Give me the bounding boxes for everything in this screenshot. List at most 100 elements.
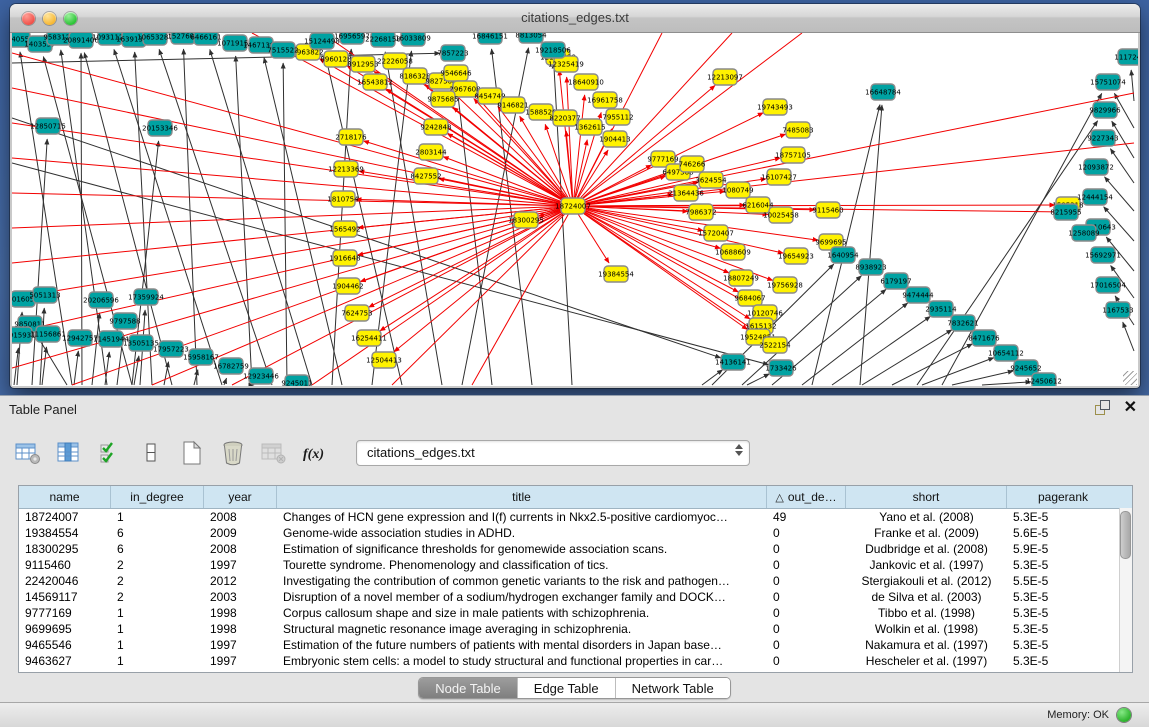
graph-node[interactable]: 19756928	[767, 277, 803, 293]
network-window[interactable]: citations_edges.txt 7963822 8960128 8912…	[10, 4, 1140, 388]
graph-node[interactable]: 1565492	[329, 221, 360, 237]
graph-node[interactable]: 12923446	[243, 368, 279, 384]
table-selector-dropdown[interactable]: citations_edges.txt	[356, 440, 750, 466]
table-row[interactable]: 1456911722003Disruption of a novel membe…	[19, 589, 1132, 605]
graph-node[interactable]: 18757105	[775, 147, 811, 163]
merge-tables-icon[interactable]	[137, 440, 165, 466]
graph-node[interactable]: 9146821	[497, 97, 528, 113]
graph-node[interactable]: 9797588	[109, 313, 140, 329]
graph-node[interactable]: 746266	[679, 156, 706, 172]
close-panel-icon[interactable]: ✕	[1124, 400, 1137, 415]
graph-node[interactable]: 22226058	[377, 53, 413, 69]
graph-node[interactable]: 9684067	[734, 290, 765, 306]
graph-node[interactable]: 8912953	[347, 56, 378, 72]
graph-node[interactable]: 1733426	[765, 360, 797, 376]
table-scrollbar[interactable]	[1119, 508, 1132, 672]
graph-node[interactable]: 3624554	[695, 172, 727, 188]
graph-node[interactable]: 20206596	[83, 292, 119, 308]
graph-node[interactable]: 10654112	[988, 345, 1024, 361]
graph-node[interactable]: 7955112	[602, 109, 633, 125]
show-columns-icon[interactable]	[55, 440, 83, 466]
graph-node[interactable]: 19654923	[778, 248, 814, 264]
table-options-icon[interactable]	[14, 440, 42, 466]
graph-node[interactable]: 1167533	[1102, 302, 1133, 318]
graph-node[interactable]: 16961758	[587, 92, 623, 108]
graph-node[interactable]: 9242848	[420, 119, 451, 135]
graph-node[interactable]: 2522154	[759, 337, 791, 353]
graph-node[interactable]: 2935114	[925, 301, 957, 317]
graph-node[interactable]: 1810754	[327, 191, 359, 207]
graph-node[interactable]: 9227343	[1087, 130, 1118, 146]
graph-node[interactable]: 5051313	[29, 287, 60, 303]
graph-node[interactable]: 1117243	[1114, 49, 1138, 65]
graph-node[interactable]: 7857223	[437, 45, 468, 61]
table-scrollbar-thumb[interactable]	[1120, 511, 1131, 559]
graph-node[interactable]: 10688609	[715, 244, 751, 260]
graph-node[interactable]: 12093872	[1078, 159, 1114, 175]
graph-node[interactable]: 2803144	[415, 144, 447, 160]
graph-node[interactable]: 16254411	[351, 330, 387, 346]
graph-node[interactable]: 12504413	[366, 352, 402, 368]
graph-node[interactable]: 21364436	[668, 185, 704, 201]
column-header-name[interactable]: name	[19, 486, 111, 508]
graph-node[interactable]: 1080749	[722, 182, 753, 198]
graph-node[interactable]: 9474444	[902, 287, 934, 303]
graph-node[interactable]: 15751074	[1090, 74, 1126, 90]
graph-node[interactable]: 17359924	[128, 289, 164, 305]
graph-node[interactable]: 12444154	[1077, 189, 1113, 205]
graph-node[interactable]: 2718176	[335, 129, 367, 145]
delete-table-icon[interactable]	[260, 440, 288, 466]
graph-node[interactable]: 8471676	[968, 330, 1000, 346]
tab-network-table[interactable]: Network Table	[615, 678, 730, 698]
table-row[interactable]: 911546021997Tourette syndrome. Phenomeno…	[19, 557, 1132, 573]
column-header-in_degree[interactable]: in_degree	[111, 486, 204, 508]
graph-node[interactable]: 14136141	[715, 354, 751, 370]
table-row[interactable]: 1938455462009Genome-wide association stu…	[19, 525, 1132, 541]
graph-node[interactable]: 7832621	[947, 315, 978, 331]
function-builder-icon[interactable]: f(x)	[301, 440, 329, 466]
graph-node[interactable]: 1362615	[574, 119, 605, 135]
table-row[interactable]: 1830029562008Estimation of significance …	[19, 541, 1132, 557]
graph-node[interactable]: 1258089	[1068, 225, 1099, 241]
graph-node[interactable]: 9115460	[812, 202, 843, 218]
graph-node[interactable]: 1916648	[329, 250, 360, 266]
network-canvas[interactable]: 7963822 8960128 8912953 22226058 1654381…	[12, 33, 1138, 386]
float-panel-icon[interactable]	[1095, 400, 1110, 415]
graph-node[interactable]: 7485083	[782, 122, 813, 138]
graph-node[interactable]: 15692971	[1085, 247, 1121, 263]
tab-edge-table[interactable]: Edge Table	[517, 678, 615, 698]
graph-node[interactable]: 12213097	[707, 69, 743, 85]
graph-node[interactable]: 8813054	[515, 33, 547, 43]
graph-node[interactable]: 19384554	[598, 266, 634, 282]
table-row[interactable]: 977716911998Corpus callosum shape and si…	[19, 605, 1132, 621]
graph-node[interactable]: 8938923	[855, 259, 886, 275]
table-row[interactable]: 1872400712008Changes of HCN gene express…	[19, 509, 1132, 525]
new-attribute-icon[interactable]	[178, 440, 206, 466]
graph-node[interactable]: 16107427	[761, 169, 797, 185]
select-attributes-icon[interactable]	[96, 440, 124, 466]
graph-node[interactable]: 18300295	[508, 212, 544, 228]
column-header-short[interactable]: short	[846, 486, 1007, 508]
table-row[interactable]: 2242004622012Investigating the contribut…	[19, 573, 1132, 589]
tab-node-table[interactable]: Node Table	[419, 678, 517, 698]
graph-node[interactable]: 16033809	[395, 33, 431, 46]
graph-node[interactable]: 9829966	[1089, 102, 1121, 118]
table-row[interactable]: 946362711997Embryonic stem cells: a mode…	[19, 653, 1132, 669]
table-row[interactable]: 946554611997Estimation of the future num…	[19, 637, 1132, 653]
graph-node[interactable]: 9245011	[281, 375, 312, 386]
graph-node[interactable]: 9546646	[440, 65, 472, 81]
column-header-pagerank[interactable]: pagerank	[1007, 486, 1119, 508]
graph-node[interactable]: 20153346	[142, 120, 178, 136]
table-row[interactable]: 969969511998Structural magnetic resonanc…	[19, 621, 1132, 637]
graph-node[interactable]: 18640910	[568, 74, 604, 90]
column-header-title[interactable]: title	[277, 486, 767, 508]
graph-node[interactable]: 9875685	[427, 91, 458, 107]
graph-node[interactable]: 7624753	[341, 305, 372, 321]
column-header-out_de[interactable]: △out_de…	[767, 486, 846, 508]
graph-node[interactable]: 16648784	[865, 84, 901, 100]
graph-node[interactable]: 8427552	[410, 168, 441, 184]
graph-node[interactable]: 6179197	[880, 273, 911, 289]
graph-node[interactable]: 1904462	[332, 278, 363, 294]
delete-attribute-icon[interactable]	[219, 440, 247, 466]
graph-node[interactable]: 7515522	[267, 42, 298, 58]
